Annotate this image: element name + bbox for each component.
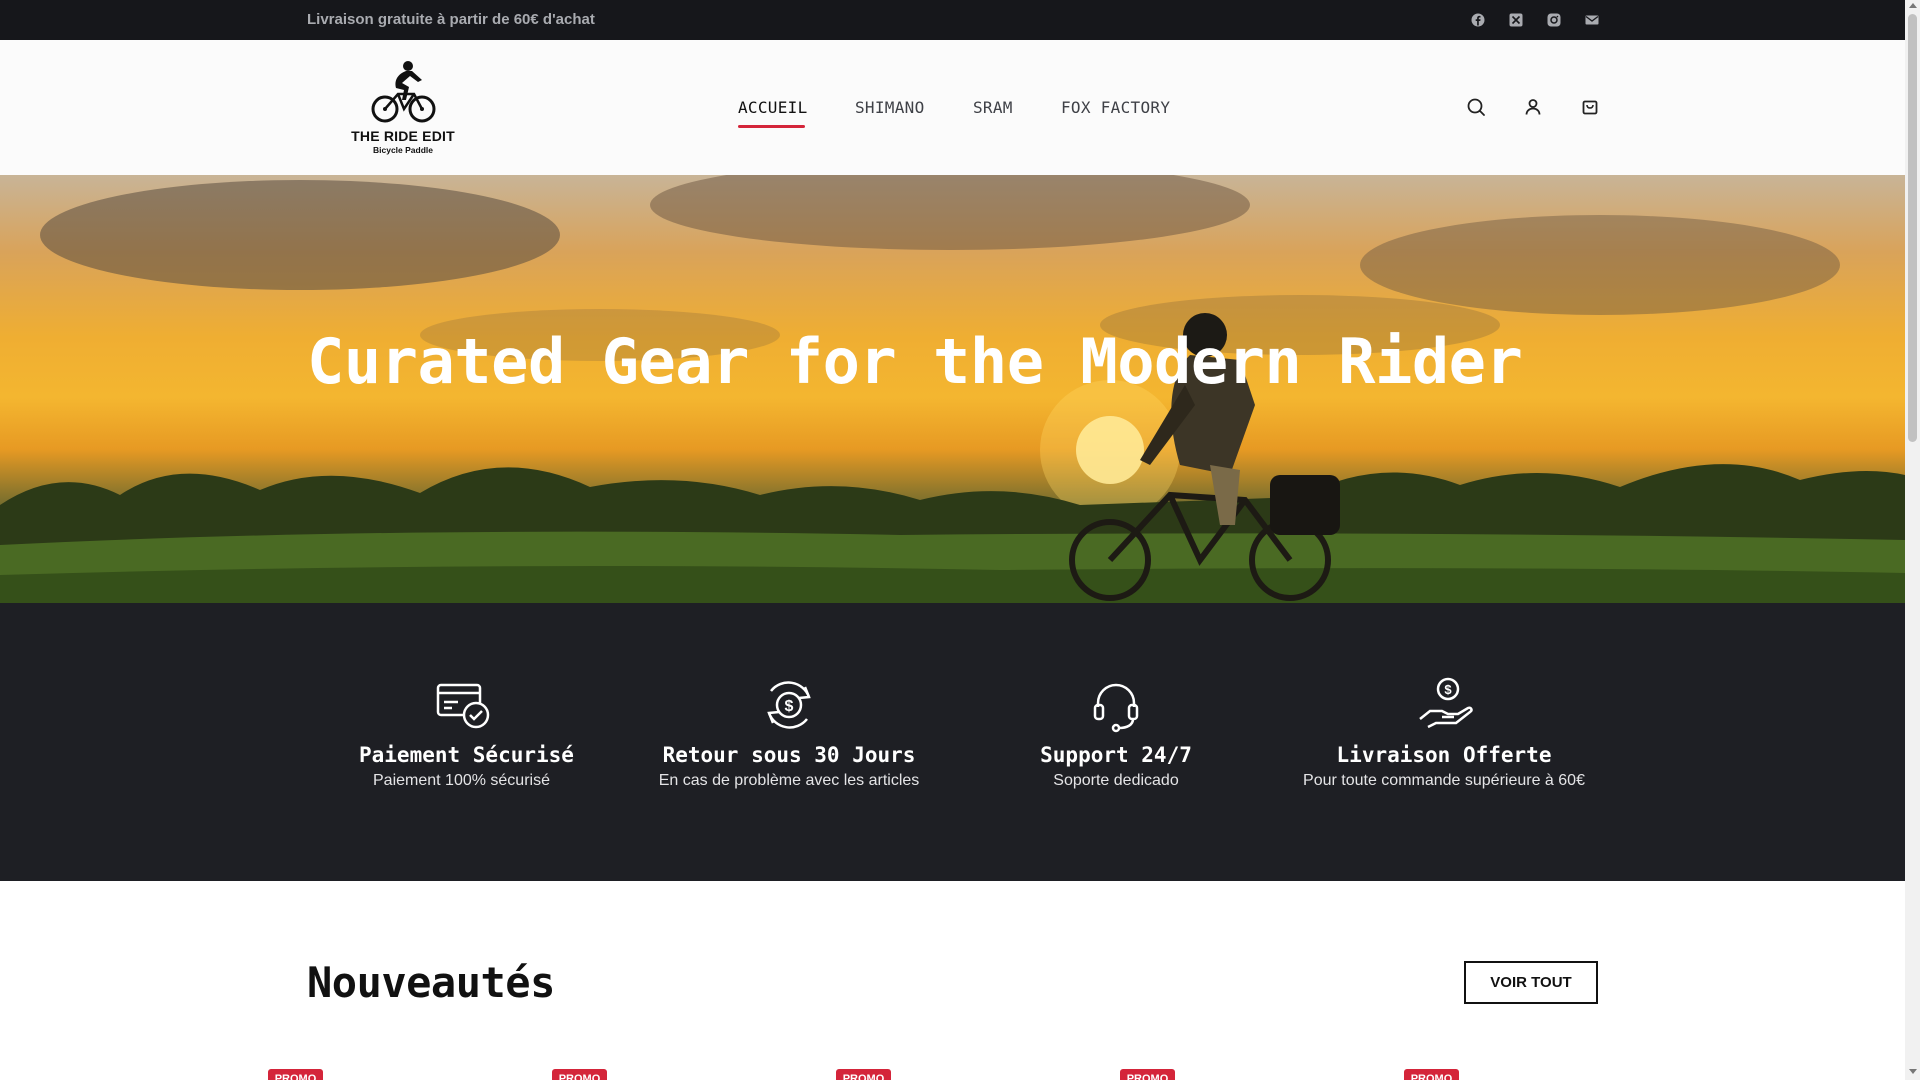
scroll-down-arrow-icon[interactable] — [1909, 1069, 1917, 1074]
user-icon[interactable] — [1522, 96, 1544, 118]
cyclist-logo-icon — [371, 61, 436, 123]
search-icon[interactable] — [1465, 96, 1487, 118]
view-all-button[interactable]: VOIR TOUT — [1464, 961, 1598, 1004]
feature-description: Pour toute commande supérieure à 60€ — [1303, 772, 1585, 789]
hero-banner: Curated Gear for the Modern Rider — [0, 175, 1905, 603]
nav-item-sram[interactable]: SRAM — [973, 98, 1013, 117]
features-band: Paiement Sécurisé Paiement 100% sécurisé… — [0, 603, 1905, 881]
feature-title: Paiement Sécurisé — [359, 743, 574, 767]
site-logo[interactable]: THE RIDE EDIT Bicycle Paddle — [338, 56, 468, 160]
svg-text:$: $ — [785, 698, 794, 715]
svg-text:$: $ — [1444, 682, 1452, 697]
feature-description: En cas de problème avec les articles — [658, 772, 920, 789]
promo-badge: PROMO — [268, 1069, 323, 1080]
nav-item-fox-factory[interactable]: FOX FACTORY — [1061, 98, 1170, 117]
promo-badge: PROMO — [552, 1069, 607, 1080]
credit-card-check-icon — [432, 675, 492, 735]
hand-dollar-icon: $ — [1414, 675, 1474, 735]
page-scrollbar[interactable] — [1905, 0, 1920, 1080]
scroll-up-arrow-icon[interactable] — [1909, 3, 1917, 8]
promo-badge: PROMO — [1404, 1069, 1459, 1080]
feature-support: Support 24/7 Soporte dedicado — [1010, 675, 1222, 790]
feature-description: Paiement 100% sécurisé — [373, 772, 550, 789]
site-header: THE RIDE EDIT Bicycle Paddle ACCUEIL SHI… — [0, 40, 1905, 175]
feature-30-day-returns: $ Retour sous 30 Jours En cas de problèm… — [652, 675, 926, 790]
nav-active-indicator — [738, 125, 805, 128]
logo-subtitle: Bicycle Paddle — [372, 145, 433, 155]
headset-icon — [1086, 675, 1146, 735]
feature-description: Soporte dedicado — [1053, 772, 1179, 789]
nav-item-shimano[interactable]: SHIMANO — [855, 98, 925, 117]
feature-secure-payment: Paiement Sécurisé Paiement 100% sécurisé — [359, 675, 574, 790]
refund-dollar-icon: $ — [759, 675, 819, 735]
cart-icon[interactable] — [1579, 96, 1601, 118]
feature-title: Livraison Offerte — [1336, 743, 1552, 767]
scrollbar-thumb[interactable] — [1908, 14, 1917, 442]
feature-free-delivery: $ Livraison Offerte Pour toute commande … — [1302, 675, 1586, 790]
feature-title: Support 24/7 — [1040, 743, 1192, 767]
promo-badge: PROMO — [1120, 1069, 1175, 1080]
logo-title: THE RIDE EDIT — [351, 128, 455, 144]
promo-badge: PROMO — [836, 1069, 891, 1080]
facebook-icon[interactable] — [1470, 12, 1486, 28]
hero-title: Curated Gear for the Modern Rider — [307, 325, 1523, 398]
x-icon[interactable] — [1508, 12, 1524, 28]
feature-title: Retour sous 30 Jours — [662, 743, 916, 767]
top-bar: Livraison gratuite à partir de 60€ d'ach… — [0, 0, 1905, 40]
mail-icon[interactable] — [1584, 12, 1600, 28]
instagram-icon[interactable] — [1546, 12, 1562, 28]
section-title: Nouveautés — [307, 958, 555, 1007]
nav-item-accueil[interactable]: ACCUEIL — [738, 98, 808, 117]
free-shipping-notice: Livraison gratuite à partir de 60€ d'ach… — [307, 11, 595, 28]
